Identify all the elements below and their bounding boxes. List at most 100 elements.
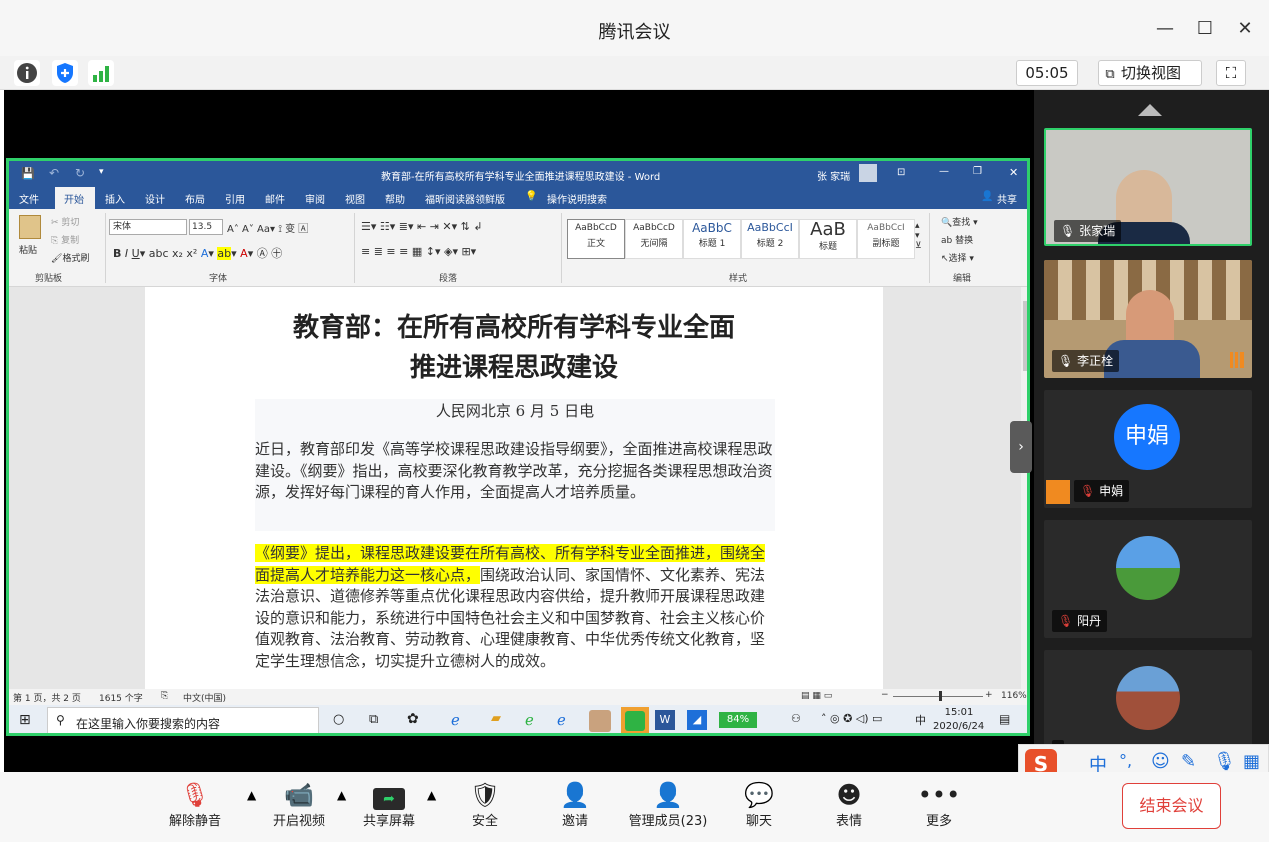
format-painter-button[interactable]: 🖌格式刷	[51, 251, 89, 264]
video-tile[interactable]: 🎙 阳丹	[1044, 520, 1252, 638]
manage-members-button[interactable]: 👤 管理成员(23)	[620, 780, 716, 829]
browser-icon[interactable]: ℯ	[525, 711, 534, 729]
alignment-tools[interactable]: ≡ ≣ ≡ ≡ ▦ ↕▾ ◈▾ ⊞▾	[361, 245, 476, 258]
share-options-arrow[interactable]: ▲	[427, 788, 436, 802]
maximize-button[interactable]: ☐	[1190, 14, 1220, 44]
edge-icon[interactable]: ℯ	[557, 711, 566, 729]
battery-indicator[interactable]: 84%	[719, 712, 757, 728]
word-minimize-button[interactable]: —	[939, 166, 949, 177]
cut-button[interactable]: ✂ 剪切	[51, 215, 79, 228]
start-video-button[interactable]: 📹 开启视频	[254, 780, 344, 829]
switch-view-button[interactable]: ⧉ 切换视图	[1098, 60, 1202, 86]
font-name-select[interactable]: 宋体	[109, 219, 187, 235]
tell-me-search[interactable]: 操作说明搜索	[547, 191, 607, 206]
pen-icon[interactable]: ✎	[1181, 751, 1196, 772]
tab-review[interactable]: 审阅	[305, 191, 325, 206]
app-icon[interactable]	[589, 710, 611, 732]
word-close-button[interactable]: ✕	[1009, 166, 1018, 179]
zoom-track[interactable]	[893, 696, 983, 697]
scroll-up-icon[interactable]	[1138, 104, 1162, 116]
info-icon[interactable]	[14, 60, 40, 86]
taskbar-ime[interactable]: 中	[915, 712, 926, 728]
tab-design[interactable]: 设计	[145, 191, 165, 206]
tab-mailings[interactable]: 邮件	[265, 191, 285, 206]
customize-icon[interactable]: ▾	[99, 167, 104, 177]
font-size-tools[interactable]: A˄ A˅ Aa▾ ⟟ 变 🄰	[227, 220, 308, 235]
tab-layout[interactable]: 布局	[185, 191, 205, 206]
redo-icon[interactable]: ↻	[75, 166, 85, 180]
zoom-in[interactable]: +	[985, 690, 993, 700]
unmute-button[interactable]: 🎙 解除静音	[150, 780, 240, 829]
ie-icon[interactable]: ℯ	[451, 711, 460, 729]
tab-view[interactable]: 视图	[345, 191, 365, 206]
style-normal[interactable]: AaBbCcD 正文	[567, 219, 625, 259]
zoom-thumb[interactable]	[939, 691, 942, 701]
copy-button[interactable]: ⎘ 复制	[51, 233, 79, 246]
font-size-select[interactable]: 13.5	[189, 219, 223, 235]
windows-start-icon[interactable]: ⊞	[19, 712, 31, 728]
tab-home[interactable]: 开始	[64, 191, 84, 206]
close-button[interactable]: ✕	[1230, 14, 1260, 44]
video-tile[interactable]: 🎙 李正栓	[1044, 260, 1252, 378]
style-title[interactable]: AaB 标题	[799, 219, 857, 259]
video-tile[interactable]: 🎙 张家瑞	[1044, 128, 1252, 246]
minimize-button[interactable]: —	[1150, 14, 1180, 44]
word-taskbar-icon[interactable]: W	[655, 710, 675, 730]
undo-icon[interactable]: ↶	[49, 166, 59, 180]
paste-label[interactable]: 粘贴	[19, 243, 37, 256]
view-mode-icons[interactable]: ▤ ▦ ▭	[801, 691, 832, 701]
app-icon[interactable]: ✿	[407, 711, 419, 727]
user-avatar[interactable]	[859, 164, 877, 182]
cortana-icon[interactable]: ○	[333, 712, 344, 727]
scroll-thumb[interactable]	[1023, 301, 1027, 371]
signal-icon[interactable]	[88, 60, 114, 86]
zoom-out[interactable]: −	[881, 690, 889, 700]
wechat-icon[interactable]	[621, 707, 649, 733]
word-maximize-button[interactable]: ❐	[973, 166, 982, 177]
more-button[interactable]: ••• 更多	[894, 780, 984, 829]
style-no-spacing[interactable]: AaBbCcD 无间隔	[625, 219, 683, 259]
tab-file[interactable]: 文件	[19, 191, 39, 206]
share-button[interactable]: 共享	[997, 191, 1017, 206]
find-button[interactable]: 🔍查找 ▾	[941, 215, 978, 228]
notification-icon[interactable]: ▤	[999, 712, 1010, 726]
emoji-icon[interactable]: ☺	[1151, 751, 1170, 772]
style-heading-1[interactable]: AaBbC 标题 1	[683, 219, 741, 259]
expand-panel-button[interactable]: ›	[1010, 421, 1032, 473]
voice-icon[interactable]: 🎙	[1213, 751, 1236, 772]
select-button[interactable]: ↖选择 ▾	[941, 251, 974, 264]
styles-scroll[interactable]: ▴ ▾ ⊻	[915, 221, 922, 251]
share-screen-button[interactable]: ➦ 共享屏幕	[344, 780, 434, 829]
chat-button[interactable]: 💬 聊天	[714, 780, 804, 829]
invite-button[interactable]: 👤 邀请	[530, 780, 620, 829]
replace-button[interactable]: ab 替换	[941, 233, 973, 246]
tab-help[interactable]: 帮助	[385, 191, 405, 206]
end-meeting-button[interactable]: 结束会议	[1122, 783, 1221, 829]
vertical-scrollbar[interactable]	[1021, 287, 1027, 691]
taskbar-search[interactable]: ⚲ 在这里输入你要搜索的内容	[47, 707, 319, 733]
style-heading-2[interactable]: AaBbCcI 标题 2	[741, 219, 799, 259]
proofing-icon[interactable]: ⎘	[161, 691, 168, 701]
document-page[interactable]: 教育部：在所有高校所有学科专业全面 推进课程思政建设 人民网北京 6 月 5 日…	[145, 287, 883, 691]
people-icon[interactable]: ⚇	[791, 712, 801, 725]
list-tools[interactable]: ☰▾ ☷▾ ≣▾ ⇤ ⇥ ✕▾ ⇅ ↲	[361, 220, 483, 233]
toolbox-icon[interactable]: ▦	[1243, 751, 1260, 772]
security-button[interactable]: 🛡 安全	[440, 780, 530, 829]
tray-icons[interactable]: ˄ ◎ ✪ ◁) ▭	[821, 712, 882, 725]
fullscreen-icon[interactable]: ⛶	[1216, 60, 1246, 86]
font-format-tools[interactable]: B I U▾ abc x₂ x² A▾ ab▾ A▾ Ⓐ ㊉	[113, 245, 282, 261]
folder-icon[interactable]: ▰	[491, 711, 501, 726]
save-icon[interactable]: 💾	[21, 167, 35, 180]
ime-punct[interactable]: °,	[1119, 751, 1132, 770]
reactions-button[interactable]: ☻ 表情	[804, 780, 894, 829]
task-view-icon[interactable]: ⧉	[369, 712, 378, 727]
tab-foxit[interactable]: 福昕阅读器领鲜版	[425, 191, 505, 206]
style-subtitle[interactable]: AaBbCcI 副标题	[857, 219, 915, 259]
ribbon-display-icon[interactable]: ⊡	[897, 167, 905, 178]
tab-references[interactable]: 引用	[225, 191, 245, 206]
shield-icon[interactable]	[52, 60, 78, 86]
paste-icon[interactable]	[19, 215, 41, 239]
tab-insert[interactable]: 插入	[105, 191, 125, 206]
video-tile[interactable]: 申娟 🎙 申娟	[1044, 390, 1252, 508]
meeting-taskbar-icon[interactable]: ◢	[687, 710, 707, 730]
